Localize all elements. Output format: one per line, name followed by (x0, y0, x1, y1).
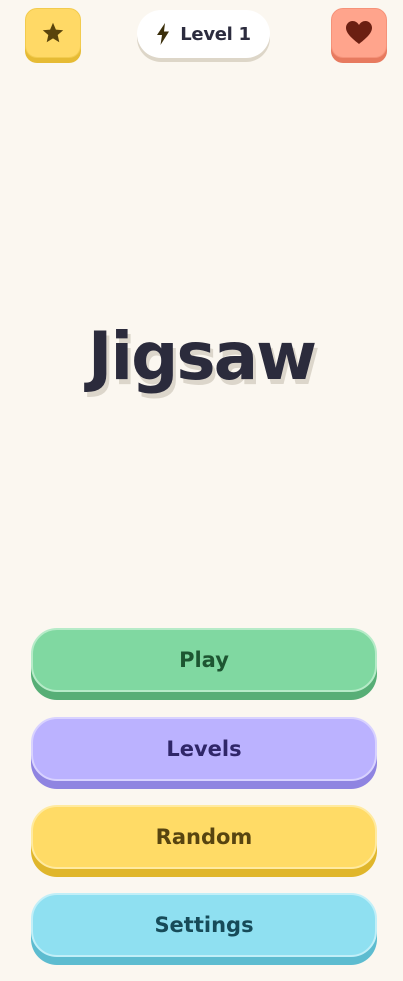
play-button[interactable]: Play (31, 628, 377, 692)
level-indicator: Level 1 (137, 10, 270, 58)
favorites-button[interactable] (25, 8, 81, 58)
level-label: Level 1 (180, 23, 251, 45)
random-button[interactable]: Random (31, 805, 377, 869)
lightning-bolt-icon (157, 23, 170, 45)
game-title: Jigsaw (87, 318, 317, 395)
settings-button[interactable]: Settings (31, 893, 377, 957)
star-icon (42, 22, 64, 43)
likes-button[interactable] (331, 8, 387, 58)
heart-icon (346, 21, 372, 44)
levels-button[interactable]: Levels (31, 717, 377, 781)
